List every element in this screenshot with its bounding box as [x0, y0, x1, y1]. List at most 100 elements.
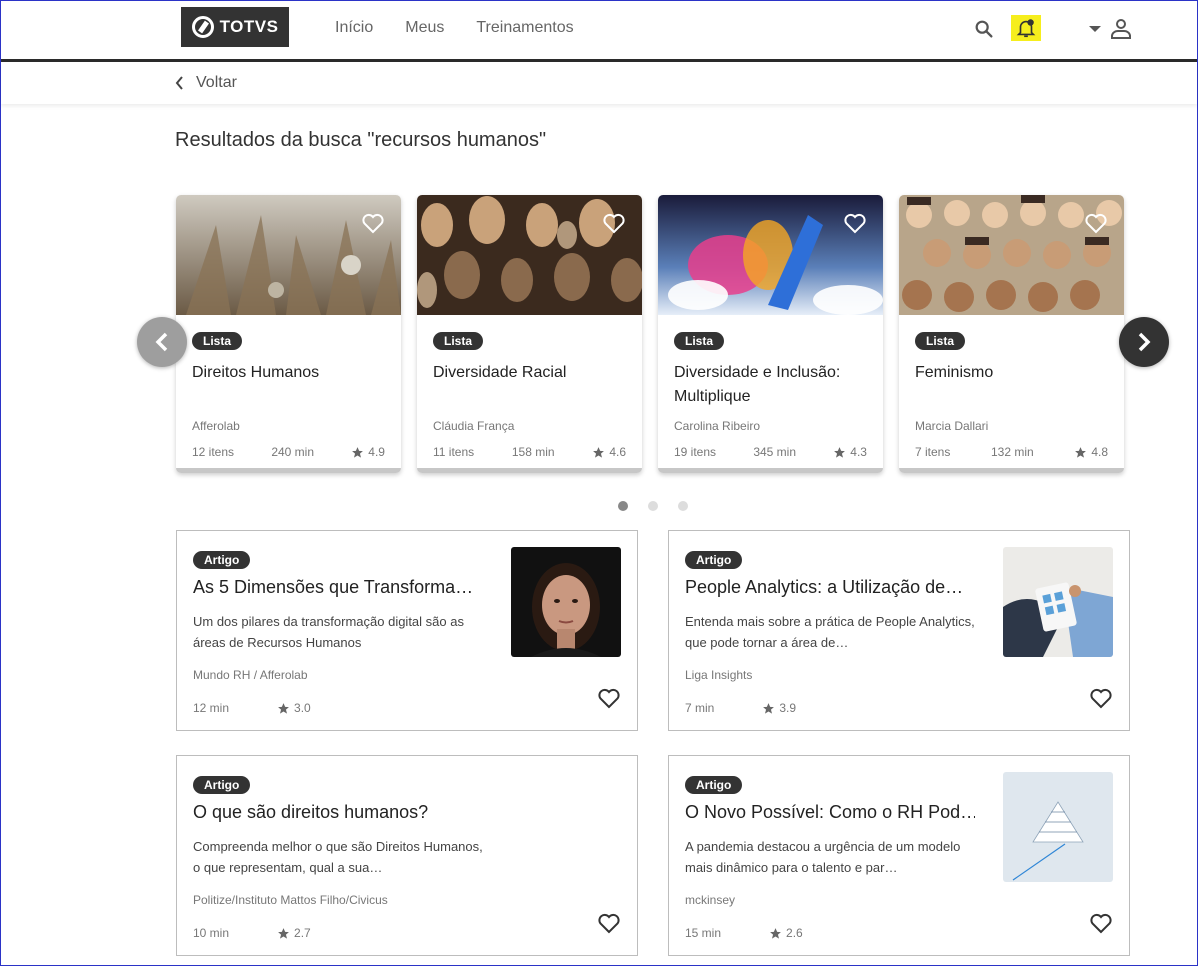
carousel-dot[interactable] [648, 501, 658, 511]
star-icon [770, 927, 781, 939]
article-duration: 10 min [193, 926, 230, 940]
card-author: Afferolab [192, 419, 240, 433]
list-card[interactable]: Lista Diversidade Racial Cláudia França … [417, 195, 642, 473]
card-meta: 19 itens 345 min 4.3 [674, 445, 867, 459]
article-title: O que são direitos humanos? [193, 802, 429, 822]
rating-value: 3.9 [779, 701, 797, 715]
chevron-left-icon [155, 332, 168, 352]
heart-icon[interactable] [1089, 911, 1113, 935]
chevron-down-icon[interactable] [1081, 15, 1109, 43]
card-items: 12 itens [192, 445, 235, 459]
star-icon [593, 446, 605, 458]
article-rating: 2.6 [769, 926, 803, 940]
article-source: Mundo RH / Afferolab [193, 668, 308, 682]
type-badge: Artigo [685, 551, 743, 569]
article-description: Compreenda melhor o que são Direitos Hum… [193, 839, 483, 875]
search-icon[interactable] [970, 15, 998, 43]
star-icon [763, 702, 775, 714]
card-rating: 4.6 [592, 445, 626, 459]
article-source: Politize/Instituto Mattos Filho/Civicus [193, 893, 388, 907]
article-title: O Novo Possível: Como o RH Pod… [685, 802, 975, 822]
heart-icon[interactable] [361, 211, 385, 235]
user-icon[interactable] [1107, 15, 1135, 43]
article-title: People Analytics: a Utilização de… [685, 577, 964, 597]
main-nav: Início Meus Treinamentos [335, 19, 574, 37]
article-description: Entenda mais sobre a prática de People A… [685, 614, 975, 650]
article-rating: 3.9 [762, 701, 796, 715]
article-duration: 15 min [685, 926, 722, 940]
rating-value: 4.6 [609, 445, 626, 459]
card-author: Carolina Ribeiro [674, 419, 761, 433]
rating-value: 4.3 [850, 445, 867, 459]
card-title: Direitos Humanos [192, 364, 320, 381]
card-author: Cláudia França [433, 419, 515, 433]
card-duration: 240 min [271, 445, 315, 459]
article-image [1003, 772, 1113, 882]
card-title: Diversidade e Inclusão: Multiplique [674, 364, 841, 405]
article-card[interactable]: Artigo People Analytics: a Utilização de… [668, 530, 1130, 731]
card-rating: 4.3 [833, 445, 867, 459]
list-card[interactable]: Lista Direitos Humanos Afferolab 12 iten… [176, 195, 401, 473]
results-title: Resultados da busca "recursos humanos" [175, 129, 547, 151]
type-badge: Lista [915, 332, 966, 350]
rating-value: 4.8 [1091, 445, 1108, 459]
card-items: 7 itens [915, 445, 951, 459]
back-bar: Voltar [1, 62, 1197, 104]
star-icon [834, 446, 846, 458]
heart-icon[interactable] [1089, 686, 1113, 710]
article-source: mckinsey [685, 893, 736, 907]
card-meta: 12 itens 240 min 4.9 [192, 445, 385, 459]
heart-icon[interactable] [1084, 211, 1108, 235]
article-duration: 7 min [685, 701, 715, 715]
article-description: Um dos pilares da transformação digital … [193, 614, 464, 650]
card-title: Diversidade Racial [433, 364, 567, 381]
article-card[interactable]: Artigo As 5 Dimensões que Transforma… Um… [176, 530, 638, 731]
card-rating: 4.9 [351, 445, 385, 459]
card-duration: 158 min [511, 445, 555, 459]
heart-icon[interactable] [843, 211, 867, 235]
carousel-dot[interactable] [618, 501, 628, 511]
article-description: A pandemia destacou a urgência de um mod… [685, 839, 961, 875]
article-card[interactable]: Artigo O Novo Possível: Como o RH Pod… A… [668, 755, 1130, 956]
carousel-prev-button[interactable] [137, 317, 187, 367]
list-card[interactable]: Lista Diversidade e Inclusão: Multipliqu… [658, 195, 883, 473]
totvs-logo-icon [191, 16, 214, 38]
card-rating: 4.8 [1074, 445, 1108, 459]
nav-inicio[interactable]: Início [335, 19, 373, 37]
nav-treinamentos[interactable]: Treinamentos [476, 19, 573, 37]
type-badge: Lista [433, 332, 484, 350]
back-button[interactable]: Voltar [175, 74, 237, 92]
bell-icon[interactable] [1011, 15, 1041, 41]
carousel-next-button[interactable] [1119, 317, 1169, 367]
star-icon [278, 702, 289, 714]
article-title: As 5 Dimensões que Transforma… [193, 577, 474, 597]
chevron-left-icon [175, 76, 183, 90]
carousel-dot[interactable] [678, 501, 688, 511]
card-title: Feminismo [915, 364, 994, 381]
article-source: Liga Insights [685, 668, 753, 682]
article-meta: 10 min 2.7 [193, 926, 311, 940]
heart-icon[interactable] [597, 911, 621, 935]
article-meta: 12 min 3.0 [193, 701, 311, 715]
rating-value: 3.0 [294, 701, 311, 715]
article-duration: 12 min [193, 701, 230, 715]
article-card[interactable]: Artigo O que são direitos humanos? Compr… [176, 755, 638, 956]
type-badge: Lista [674, 332, 725, 350]
star-icon [352, 446, 364, 458]
totvs-logo[interactable]: TOTVS [181, 7, 289, 47]
article-image [511, 547, 621, 657]
heart-icon[interactable] [602, 211, 626, 235]
card-items: 19 itens [674, 445, 717, 459]
article-meta: 15 min 2.6 [685, 926, 803, 940]
rating-value: 2.6 [786, 926, 803, 940]
list-card[interactable]: Lista Feminismo Marcia Dallari 7 itens 1… [899, 195, 1124, 473]
card-duration: 132 min [990, 445, 1034, 459]
card-items: 11 itens [433, 445, 475, 459]
nav-meus[interactable]: Meus [405, 19, 444, 37]
back-label: Voltar [196, 74, 237, 91]
logo-text: TOTVS [219, 17, 279, 36]
heart-icon[interactable] [597, 686, 621, 710]
top-navbar: TOTVS Início Meus Treinamentos [1, 1, 1197, 59]
article-rating: 2.7 [277, 926, 311, 940]
type-badge: Artigo [193, 776, 251, 794]
